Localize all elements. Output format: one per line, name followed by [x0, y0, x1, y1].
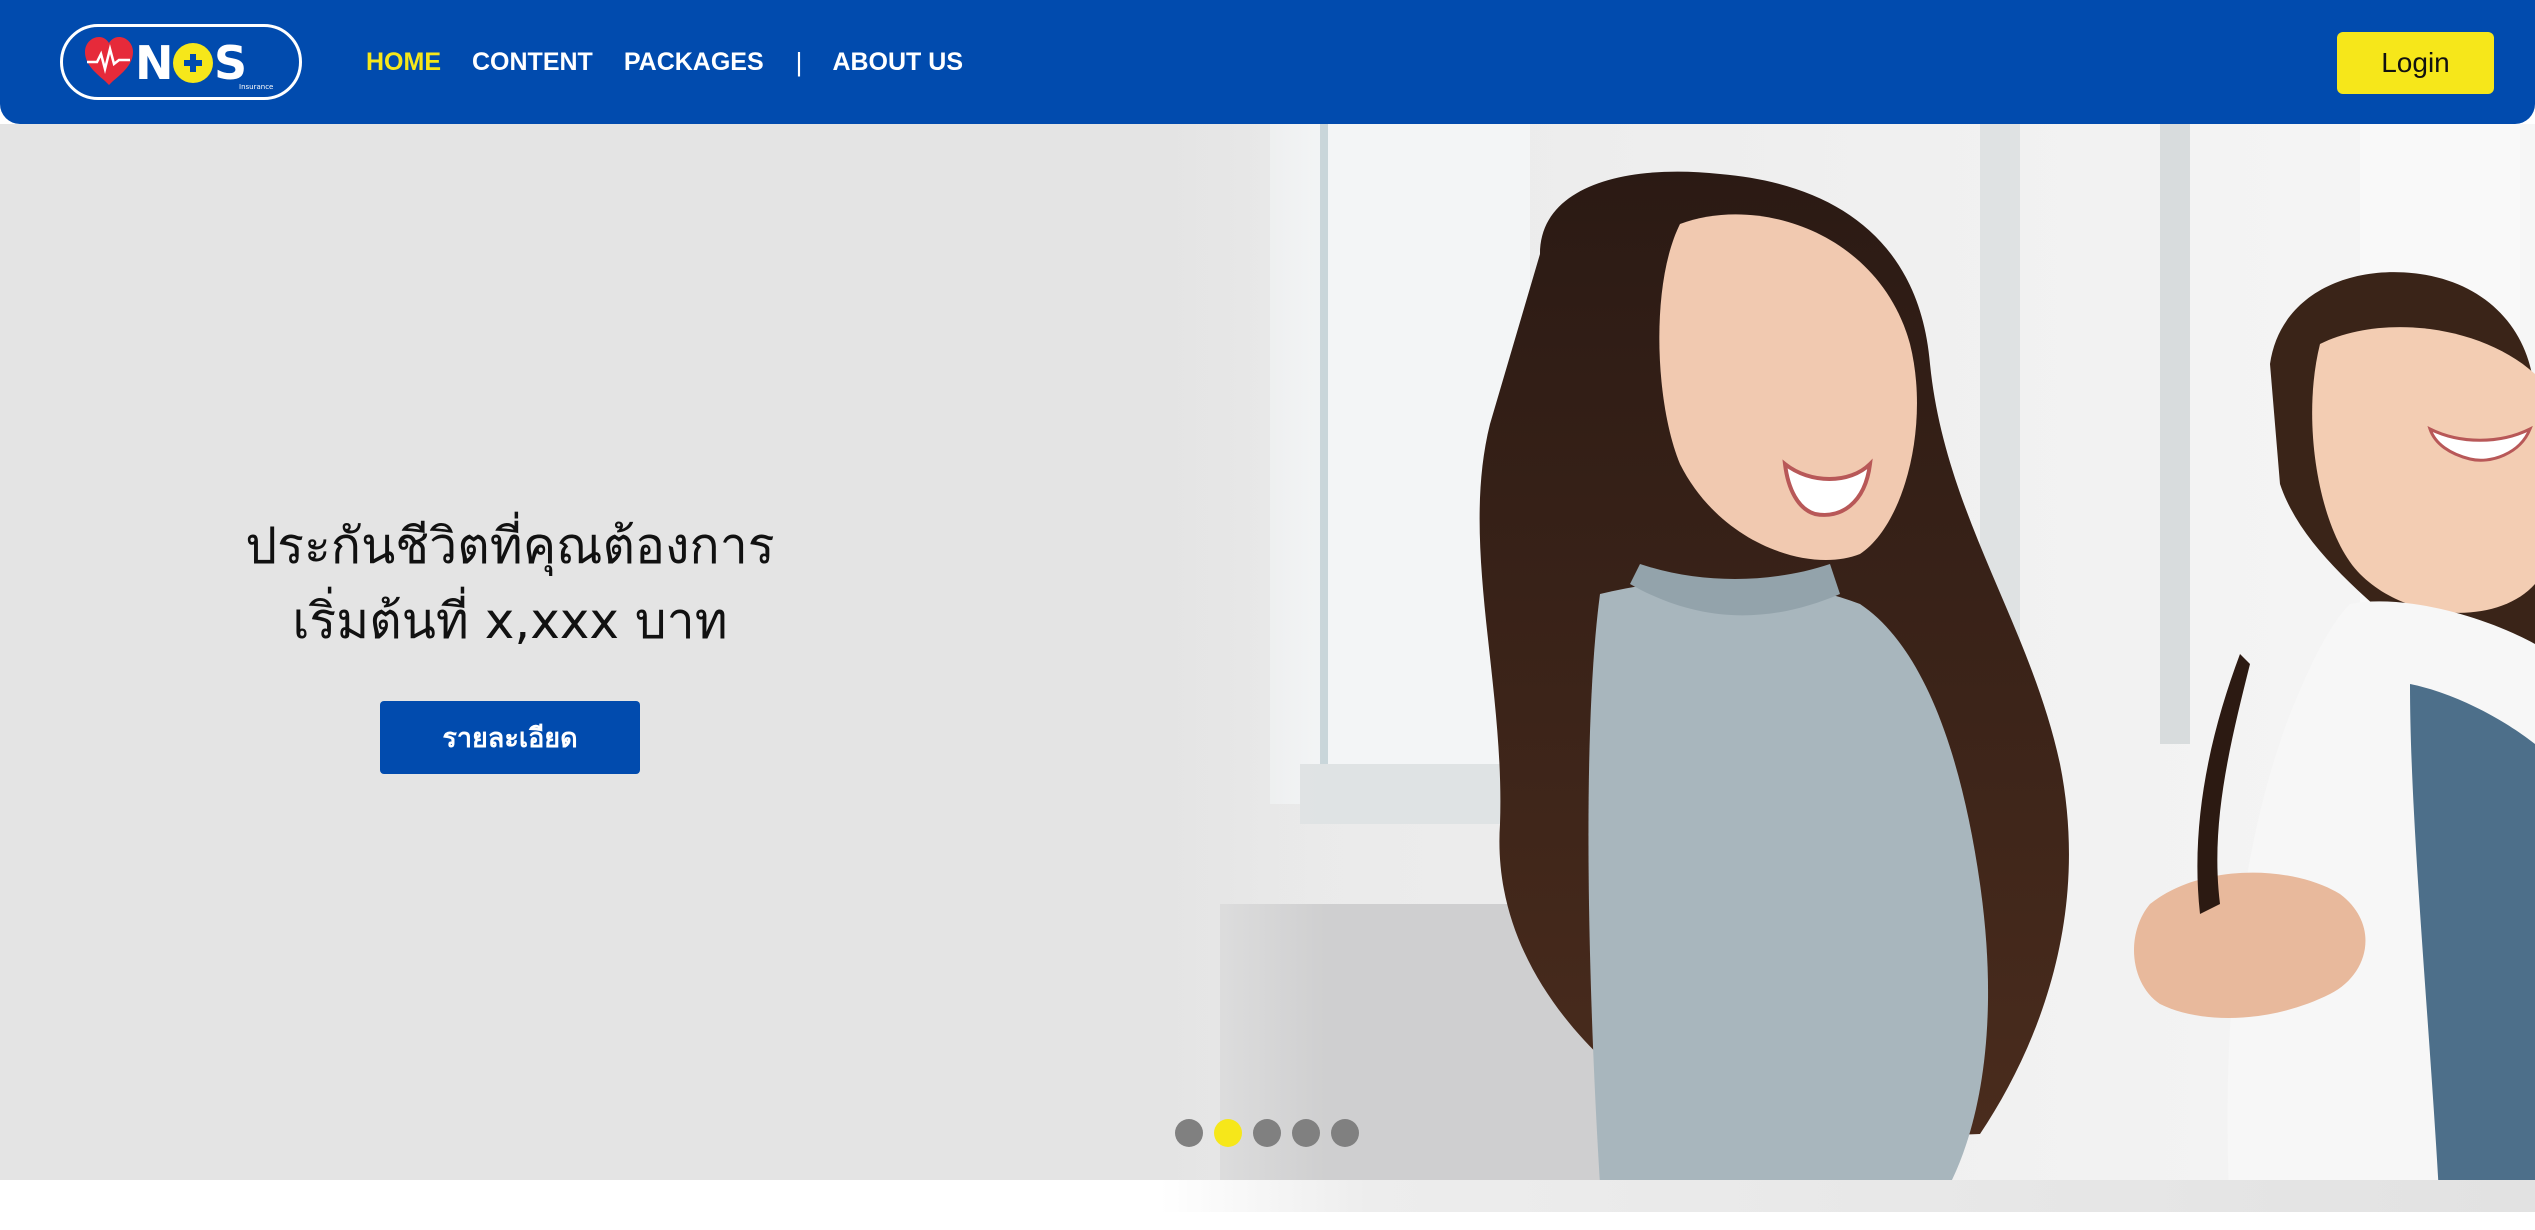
brand-logo[interactable]: N S Insurance [60, 24, 302, 100]
nav-about-us[interactable]: ABOUT US [832, 48, 963, 77]
nav-home[interactable]: HOME [366, 48, 441, 77]
nav-separator: | [795, 46, 803, 77]
svg-text:Insurance: Insurance [239, 83, 273, 91]
hero-title-line-2: เริ่มต้นที่ x,xxx บาท [292, 592, 728, 650]
nav-packages[interactable]: PACKAGES [624, 48, 764, 77]
carousel-dot-2[interactable] [1214, 1119, 1242, 1147]
svg-text:S: S [214, 36, 247, 90]
svg-text:N: N [135, 36, 174, 90]
carousel-dots [1175, 1119, 1359, 1147]
hero-photo [1160, 124, 2535, 1180]
carousel-dot-5[interactable] [1331, 1119, 1359, 1147]
hero-photo-overflow [1160, 1180, 2535, 1212]
main-nav: HOME CONTENT PACKAGES | ABOUT US [366, 0, 994, 124]
carousel-dot-3[interactable] [1253, 1119, 1281, 1147]
hero-title-line-1: ประกันชีวิตที่คุณต้องการ [245, 517, 775, 575]
top-navbar: N S Insurance HOME CONTENT PACKAGES | AB… [0, 0, 2535, 124]
details-button[interactable]: รายละเอียด [380, 701, 640, 774]
hero-carousel: ประกันชีวิตที่คุณต้องการ เริ่มต้นที่ x,x… [0, 124, 2535, 1180]
nav-content[interactable]: CONTENT [472, 48, 593, 77]
carousel-dot-4[interactable] [1292, 1119, 1320, 1147]
carousel-dot-1[interactable] [1175, 1119, 1203, 1147]
login-button[interactable]: Login [2337, 32, 2494, 94]
nos-logo-icon: N S Insurance [85, 36, 273, 91]
hero-text-block: ประกันชีวิตที่คุณต้องการ เริ่มต้นที่ x,x… [180, 509, 840, 774]
